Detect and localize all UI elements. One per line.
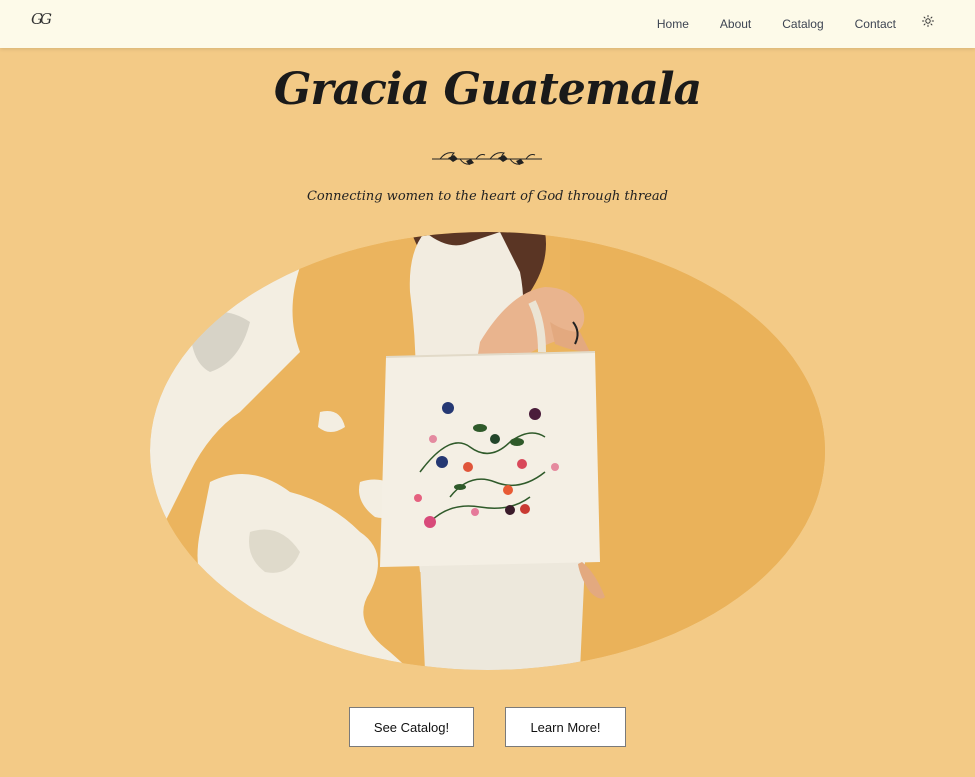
- floral-divider-icon: [430, 148, 544, 170]
- top-navbar: GG Home About Catalog Contact: [0, 0, 975, 48]
- nav-links: Home About Catalog Contact: [626, 0, 935, 48]
- nav-link-catalog[interactable]: Catalog: [782, 17, 823, 31]
- photo-woman-with-embroidered-tote-bag-icon: [150, 232, 825, 670]
- nav-link-about[interactable]: About: [720, 17, 751, 31]
- see-catalog-button[interactable]: See Catalog!: [349, 707, 474, 747]
- learn-more-button[interactable]: Learn More!: [505, 707, 626, 747]
- logo[interactable]: GG: [31, 10, 55, 38]
- tagline: Connecting women to the heart of God thr…: [306, 189, 669, 204]
- site-title: Gracia Guatemala: [273, 64, 702, 115]
- nav-link-home[interactable]: Home: [657, 17, 689, 31]
- sun-icon[interactable]: [921, 14, 935, 28]
- nav-link-contact[interactable]: Contact: [855, 17, 896, 31]
- hero-image: [150, 232, 825, 670]
